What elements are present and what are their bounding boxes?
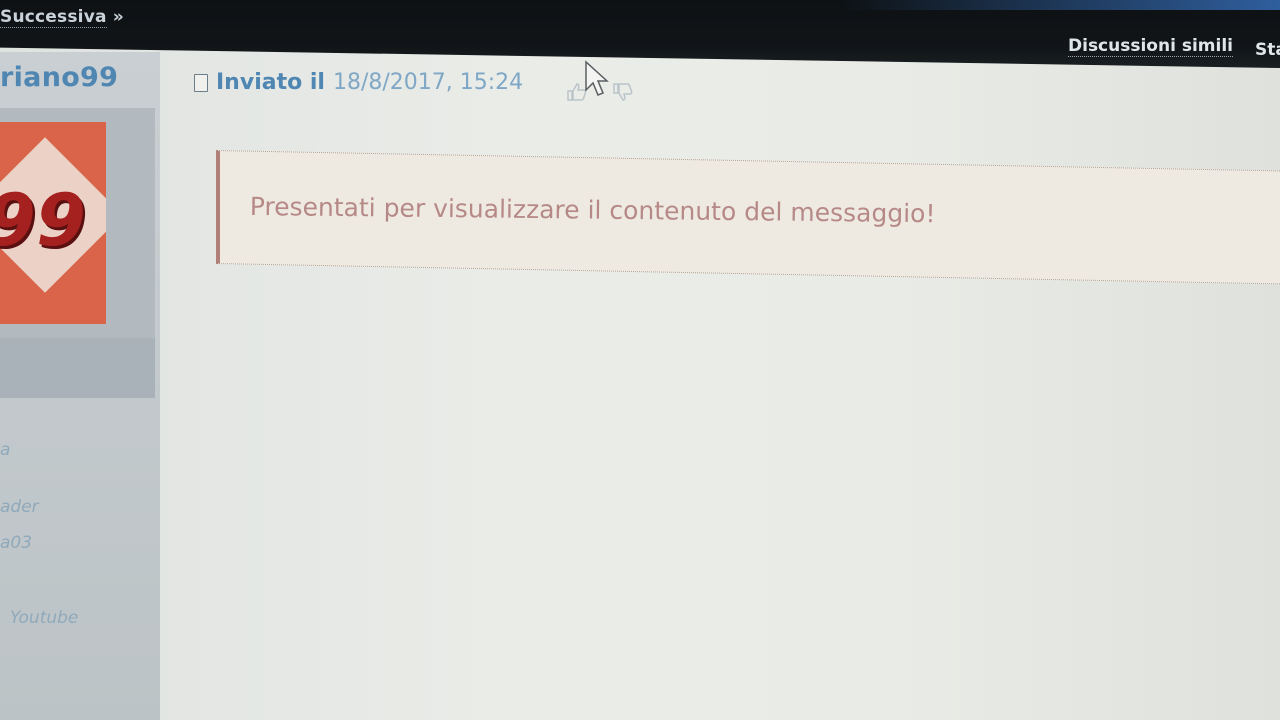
sidebar-youtube-link[interactable]: Youtube [10, 608, 78, 628]
post-header: Inviato il 18/8/2017, 15:24 [194, 70, 523, 95]
avatar-logo-text: 99 [0, 178, 94, 262]
sidebar-link-1[interactable]: a [0, 440, 10, 460]
document-icon [194, 73, 208, 92]
sent-label[interactable]: Inviato il [216, 70, 325, 95]
next-page-link[interactable]: Successiva » [0, 7, 124, 28]
similar-discussions-link[interactable]: Discussioni simili [1068, 36, 1233, 57]
sidebar-link-3[interactable]: a03 [0, 533, 32, 553]
top-navigation-bar [0, 0, 1280, 68]
sidebar-link-2[interactable]: ader [0, 497, 39, 517]
next-arrow-icon: » [112, 7, 124, 27]
thumbs-down-icon[interactable] [612, 82, 634, 102]
post-date[interactable]: 18/8/2017, 15:24 [333, 70, 523, 95]
top-bar-accent [840, 0, 1280, 10]
author-avatar[interactable]: 99 [0, 122, 106, 324]
stats-link[interactable]: Sta [1255, 40, 1280, 60]
next-page-label: Successiva [0, 7, 107, 28]
mouse-cursor-icon [585, 60, 609, 96]
author-username[interactable]: riano99 [0, 62, 118, 93]
